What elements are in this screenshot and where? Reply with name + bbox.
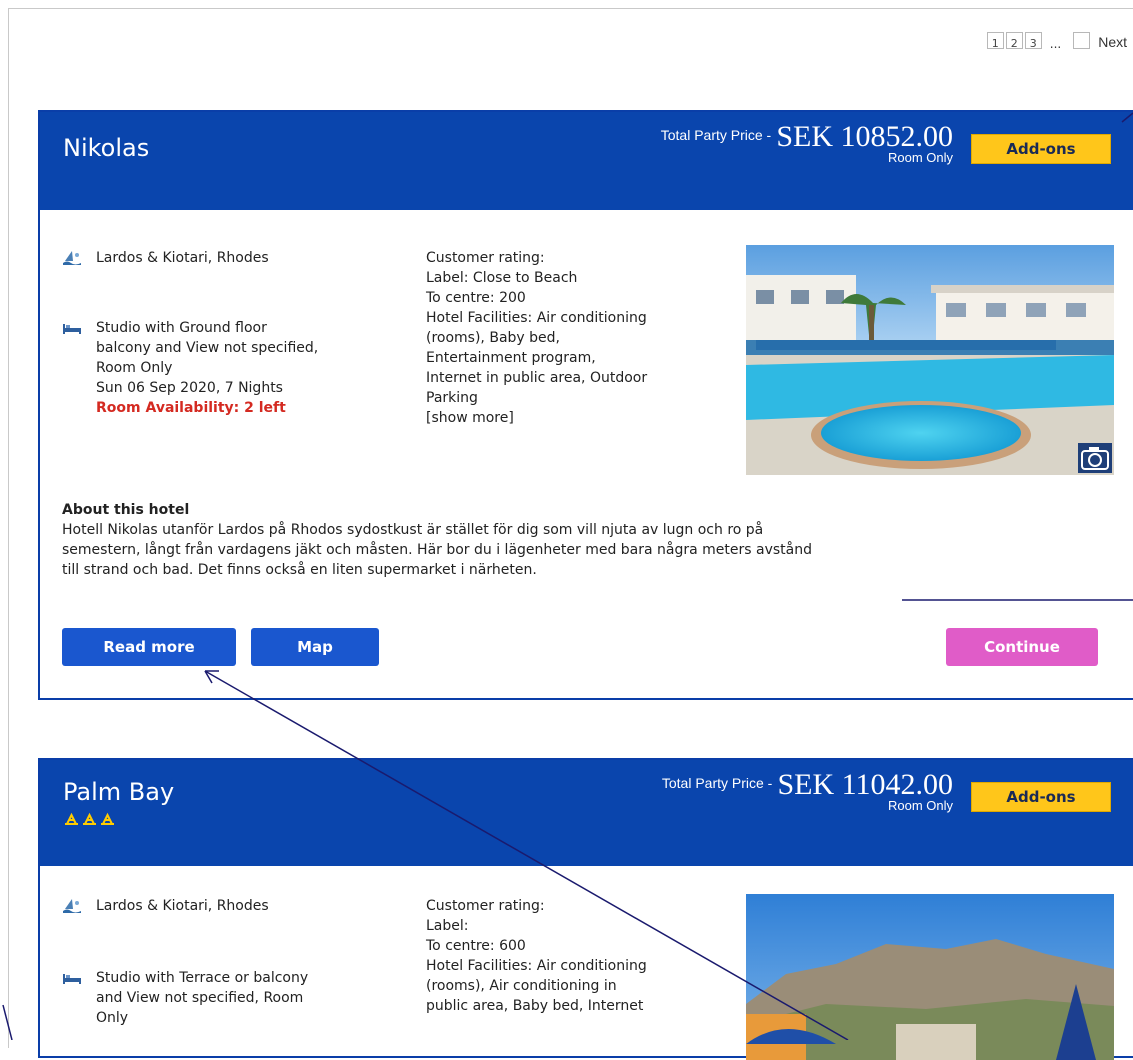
hotel-card-body: Lardos & Kiotari, Rhodes Studio with Ter… [40,866,1133,1060]
beach-icon [62,248,82,268]
hotel-label: Label: [426,918,469,934]
hotel-details: Customer rating: Label: To centre: 600 H… [426,896,746,1016]
location-text: Lardos & Kiotari, Rhodes [96,250,269,266]
hotel-name[interactable]: Nikolas [63,134,149,162]
facilities-line: Internet in public area, Outdoor [426,370,648,386]
room-line: Studio with Terrace or balcony [96,970,309,986]
facilities-line: public area, Baby bed, Internet [426,998,644,1014]
total-price: SEK 10852.00 [776,120,953,153]
price-block: Total Party Price - SEK 11042.00 Room On… [662,768,953,813]
facilities-line: Parking [426,390,478,406]
room-info: Studio with Terrace or balcony and View … [62,968,392,1028]
hotel-rating [64,812,118,827]
add-ons-button[interactable]: Add-ons [971,134,1111,164]
distance-to-centre: To centre: 200 [426,290,526,306]
facilities-line: (rooms), Air conditioning in [426,978,617,994]
camera-icon[interactable] [1078,443,1112,473]
price-label: Total Party Price - [661,775,773,791]
hotel-photo[interactable] [746,894,1114,1060]
about-hotel-text: Hotell Nikolas utanför Lardos på Rhodos … [62,520,1107,580]
room-line: balcony and View not specified, [96,340,319,356]
hotel-location: Lardos & Kiotari, Rhodes [62,896,269,916]
facilities-line: (rooms), Baby bed, [426,330,560,346]
customer-rating: Customer rating: [426,898,545,914]
page-1-link[interactable]: 1 [986,32,1004,50]
room-line: Room Only [96,360,173,376]
about-line: till strand och bad. Det finns också en … [62,562,537,578]
next-page-link[interactable]: Next [1098,35,1127,49]
read-more-button[interactable]: Read more [62,628,236,666]
beach-icon [62,896,82,916]
travel-dates: Sun 06 Sep 2020, 7 Nights [96,380,283,396]
hotel-card-palm-bay: Palm Bay Total Party Price - SEK 11042.0… [38,758,1133,1060]
hotel-details: Customer rating: Label: Close to Beach T… [426,248,746,428]
hotel-name[interactable]: Palm Bay [63,778,174,806]
distance-to-centre: To centre: 600 [426,938,526,954]
pagination-ellipsis: ... [1049,37,1062,51]
customer-rating: Customer rating: [426,250,545,266]
about-line: Hotell Nikolas utanför Lardos på Rhodos … [62,522,764,538]
add-ons-button[interactable]: Add-ons [971,782,1111,812]
sun-star-icon [83,812,96,825]
sun-star-icon [101,812,114,825]
next-page-icon[interactable] [1073,32,1091,49]
price-block: Total Party Price - SEK 10852.00 Room On… [661,120,953,165]
hotel-card-header: Palm Bay Total Party Price - SEK 11042.0… [40,760,1133,866]
sun-star-icon [65,812,78,825]
about-hotel-title: About this hotel [62,502,190,518]
continue-button[interactable]: Continue [946,628,1098,666]
hotel-card-nikolas: Nikolas Total Party Price - SEK 10852.00… [38,110,1133,700]
map-button[interactable]: Map [251,628,379,666]
location-text: Lardos & Kiotari, Rhodes [96,898,269,914]
hotel-label: Label: Close to Beach [426,270,578,286]
about-line: semestern, långt från vardagens jäkt och… [62,542,812,558]
facilities-line: Hotel Facilities: Air conditioning [426,310,647,326]
pagination: 1 2 3 ... Next [986,32,1127,51]
bed-icon [62,968,82,988]
facilities-line: Entertainment program, [426,350,596,366]
hotel-card-header: Nikolas Total Party Price - SEK 10852.00… [40,112,1133,210]
show-more-link[interactable]: [show more] [426,408,746,428]
room-availability: Room Availability: 2 left [96,400,286,416]
hotel-photo[interactable] [746,245,1114,475]
page-2-link[interactable]: 2 [1005,32,1023,50]
price-label: Total Party Price - [660,127,772,143]
total-price: SEK 11042.00 [777,768,953,801]
room-info: Studio with Ground floor balcony and Vie… [62,318,392,418]
hotel-location: Lardos & Kiotari, Rhodes [62,248,269,268]
room-line: Only [96,1010,129,1026]
hotel-card-body: Lardos & Kiotari, Rhodes Studio with Gro… [40,210,1133,698]
room-line: and View not specified, Room [96,990,304,1006]
room-line: Studio with Ground floor [96,320,267,336]
bed-icon [62,318,82,338]
page-3-link[interactable]: 3 [1024,32,1042,50]
facilities-line: Hotel Facilities: Air conditioning [426,958,647,974]
